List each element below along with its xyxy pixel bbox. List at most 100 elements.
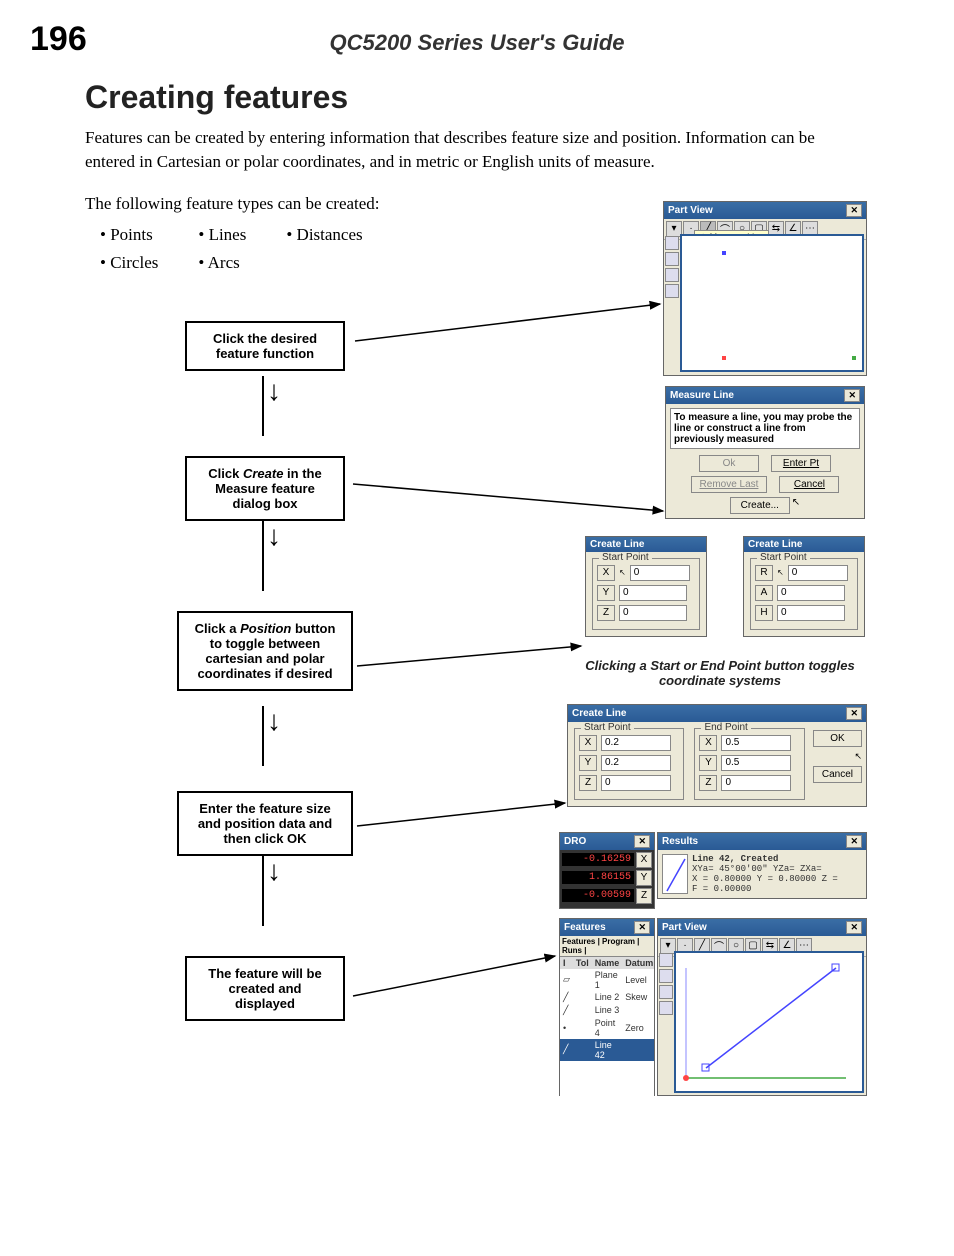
- create-line-full-dialog: Create Line ✕ Start Point X Y Z End Poin…: [567, 704, 867, 807]
- cursor-icon: ↖: [619, 568, 626, 577]
- z-button[interactable]: Z: [699, 775, 717, 791]
- window-title: Part View: [662, 922, 707, 933]
- flow-step-4: Enter the feature size and position data…: [177, 791, 353, 856]
- flow-step-2: Click Create in the Measure feature dial…: [185, 456, 345, 521]
- z-input[interactable]: [619, 605, 687, 621]
- cancel-button[interactable]: Cancel: [779, 476, 839, 493]
- y-axis-button[interactable]: Y: [636, 870, 652, 886]
- col-header: I: [560, 957, 573, 969]
- table-row[interactable]: •Point 4Zero: [560, 1017, 654, 1039]
- a-input[interactable]: [777, 585, 845, 601]
- window-title: Part View: [668, 205, 713, 216]
- feature-type: Lines: [209, 225, 247, 244]
- feature-type: Points: [110, 225, 153, 244]
- dialog-title: Create Line: [590, 539, 644, 550]
- table-row[interactable]: ╱Line 2Skew: [560, 991, 654, 1004]
- dro-y-value: 1.86155: [562, 871, 634, 884]
- start-z-input[interactable]: [601, 775, 671, 791]
- side-icon[interactable]: [659, 953, 673, 967]
- ok-button[interactable]: OK: [813, 730, 862, 747]
- x-button[interactable]: X: [699, 735, 717, 751]
- side-icon[interactable]: [665, 252, 679, 266]
- header-title: QC5200 Series User's Guide: [30, 30, 924, 56]
- close-icon[interactable]: ✕: [846, 835, 862, 848]
- result-row: X = 0.80000 Y = 0.80000 Z =: [692, 874, 838, 884]
- remove-last-button[interactable]: Remove Last: [691, 476, 768, 493]
- group-label: Start Point: [757, 552, 810, 563]
- x-axis-button[interactable]: X: [636, 852, 652, 868]
- dialog-instruction: To measure a line, you may probe the lin…: [670, 408, 860, 449]
- side-icon[interactable]: [665, 268, 679, 282]
- ok-button[interactable]: Ok: [699, 455, 759, 472]
- close-icon[interactable]: ✕: [846, 921, 862, 934]
- y-button[interactable]: Y: [597, 585, 615, 601]
- close-icon[interactable]: ✕: [846, 204, 862, 217]
- end-z-input[interactable]: [721, 775, 791, 791]
- side-icon[interactable]: [659, 1001, 673, 1015]
- features-table[interactable]: I Tol Name Datum ▱Plane 1Level ╱Line 2Sk…: [560, 957, 654, 1061]
- dialog-title: Create Line: [572, 708, 626, 719]
- result-name: Line 42, Created: [692, 854, 838, 864]
- z-axis-button[interactable]: Z: [636, 888, 652, 904]
- col-header: Datum: [622, 957, 654, 969]
- feature-type: Arcs: [208, 253, 240, 272]
- close-icon[interactable]: ✕: [634, 835, 650, 848]
- end-y-input[interactable]: [721, 755, 791, 771]
- col-header: Name: [592, 957, 623, 969]
- flow-step-3: Click a Position button to toggle betwee…: [177, 611, 353, 691]
- side-icon[interactable]: [659, 969, 673, 983]
- side-icon[interactable]: [665, 284, 679, 298]
- end-point-group: End Point X Y Z: [694, 728, 804, 800]
- measure-line-dialog: Measure Line ✕ To measure a line, you ma…: [665, 386, 865, 519]
- intro-paragraph: Features can be created by entering info…: [85, 126, 869, 174]
- features-panel: Features ✕ Features | Program | Runs | I…: [559, 918, 655, 1096]
- down-arrow-icon: ↓: [267, 706, 281, 738]
- table-row[interactable]: ▱Plane 1Level: [560, 969, 654, 991]
- cancel-button[interactable]: Cancel: [813, 766, 862, 783]
- caption-note: Clicking a Start or End Point button tog…: [575, 658, 865, 688]
- enter-pt-button[interactable]: Enter Pt: [771, 455, 831, 472]
- x-button[interactable]: X: [579, 735, 597, 751]
- col-header: Tol: [573, 957, 592, 969]
- cursor-icon: ↖: [777, 568, 784, 577]
- side-icon[interactable]: [665, 236, 679, 250]
- results-panel: Results ✕ Line 42, Created XYa= 45°00'00…: [657, 832, 867, 899]
- y-input[interactable]: [619, 585, 687, 601]
- tabs-strip[interactable]: Features | Program | Runs |: [560, 936, 654, 957]
- y-button[interactable]: Y: [699, 755, 717, 771]
- down-arrow-icon: ↓: [267, 376, 281, 408]
- close-icon[interactable]: ✕: [844, 389, 860, 402]
- end-x-input[interactable]: [721, 735, 791, 751]
- group-label: End Point: [701, 722, 750, 733]
- part-canvas[interactable]: [680, 234, 864, 372]
- side-icon[interactable]: [659, 985, 673, 999]
- dialog-title: Measure Line: [670, 390, 734, 401]
- h-button[interactable]: H: [755, 605, 773, 621]
- result-row: F = 0.00000: [692, 884, 838, 894]
- close-icon[interactable]: ✕: [846, 707, 862, 720]
- feature-type: Distances: [297, 225, 363, 244]
- z-button[interactable]: Z: [597, 605, 615, 621]
- r-button[interactable]: R: [755, 565, 773, 581]
- a-button[interactable]: A: [755, 585, 773, 601]
- start-x-input[interactable]: [601, 735, 671, 751]
- table-row-selected[interactable]: ╱Line 42: [560, 1039, 654, 1061]
- x-input[interactable]: [630, 565, 690, 581]
- flow-text: Click a: [195, 621, 241, 636]
- cursor-icon: ↖: [792, 497, 800, 514]
- create-button[interactable]: Create...: [730, 497, 790, 514]
- create-line-cartesian: Create Line Start Point X↖ Y Z: [585, 536, 707, 637]
- h-input[interactable]: [777, 605, 845, 621]
- flow-step-5: The feature will be created and displaye…: [185, 956, 345, 1021]
- close-icon[interactable]: ✕: [634, 921, 650, 934]
- z-button[interactable]: Z: [579, 775, 597, 791]
- table-row[interactable]: ╱Line 3: [560, 1004, 654, 1017]
- down-arrow-icon: ↓: [267, 856, 281, 888]
- y-button[interactable]: Y: [579, 755, 597, 771]
- start-y-input[interactable]: [601, 755, 671, 771]
- part-canvas[interactable]: [674, 951, 864, 1093]
- x-button[interactable]: X: [597, 565, 615, 581]
- r-input[interactable]: [788, 565, 848, 581]
- group-label: Start Point: [581, 722, 634, 733]
- feature-type: Circles: [110, 253, 158, 272]
